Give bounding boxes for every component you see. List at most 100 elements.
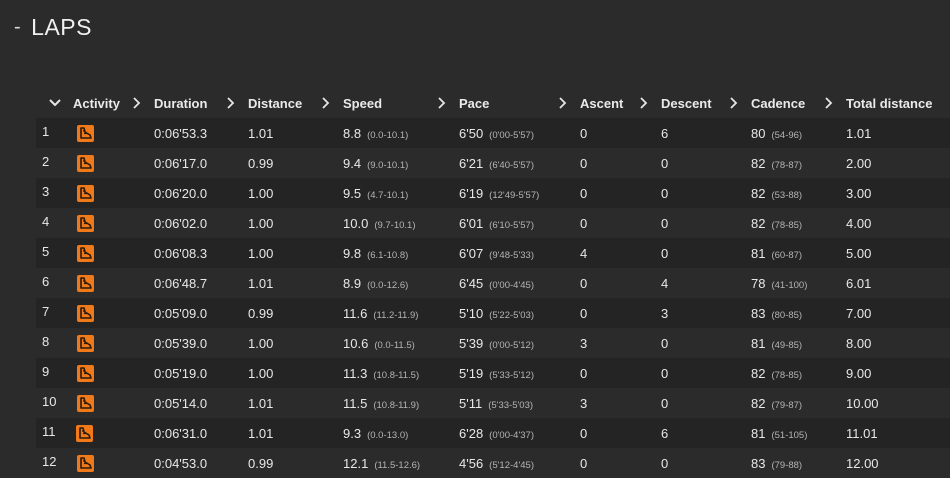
lap-total-distance: 8.00 bbox=[846, 335, 872, 351]
lap-speed-range: (11.5-12.6) bbox=[374, 459, 421, 471]
table-row[interactable]: 4 0:06'02.0 1.00 10.0 (9.7-10.1) 6'01 (6'1… bbox=[36, 208, 950, 238]
lap-pace-range: (5'33-5'03) bbox=[488, 399, 534, 411]
running-shoe-icon[interactable] bbox=[76, 334, 94, 352]
lap-pace: 6'07 bbox=[459, 245, 484, 261]
lap-pace-range: (0'00-4'37) bbox=[489, 429, 534, 441]
running-shoe-icon[interactable] bbox=[76, 154, 94, 172]
column-header-distance[interactable]: Distance bbox=[224, 88, 319, 118]
table-row[interactable]: 5 0:06'08.3 1.00 9.8 (6.1-10.8) 6'07 (9'48… bbox=[36, 238, 950, 268]
lap-descent: 0 bbox=[661, 335, 669, 351]
lap-pace: 6'01 bbox=[459, 215, 484, 231]
lap-duration: 0:05'19.0 bbox=[154, 365, 208, 381]
lap-distance: 1.00 bbox=[248, 245, 274, 261]
lap-cadence-range: (78-85) bbox=[771, 369, 803, 381]
chevron-right-icon bbox=[130, 95, 142, 111]
lap-distance: 1.01 bbox=[248, 395, 274, 411]
lap-duration: 0:04'53.0 bbox=[154, 455, 208, 471]
lap-cadence-range: (41-100) bbox=[771, 279, 808, 291]
lap-speed-range: (10.8-11.9) bbox=[373, 399, 420, 411]
lap-number: 1 bbox=[42, 124, 50, 140]
column-header-descent[interactable]: Descent bbox=[637, 88, 727, 118]
running-shoe-icon[interactable] bbox=[76, 214, 94, 232]
running-shoe-icon[interactable] bbox=[77, 394, 95, 412]
lap-total-distance: 3.00 bbox=[846, 185, 872, 201]
lap-pace: 6'19 bbox=[459, 185, 484, 201]
lap-total-distance: 7.00 bbox=[846, 305, 872, 321]
column-header-total-distance[interactable]: Total distance bbox=[822, 88, 950, 118]
lap-speed-range: (4.7-10.1) bbox=[367, 189, 409, 201]
lap-distance: 1.00 bbox=[248, 215, 274, 231]
lap-total-distance: 12.00 bbox=[846, 455, 879, 471]
lap-duration: 0:06'02.0 bbox=[154, 215, 208, 231]
table-row[interactable]: 10 0:05'14.0 1.01 11.5 (10.8-11.9) 5'11 (5… bbox=[36, 388, 950, 418]
lap-distance: 1.01 bbox=[248, 425, 274, 441]
lap-speed: 10.0 bbox=[343, 215, 369, 231]
column-header-activity[interactable]: Activity bbox=[36, 88, 130, 118]
lap-cadence: 82 bbox=[751, 155, 766, 171]
lap-number: 4 bbox=[42, 214, 50, 230]
column-header-cadence[interactable]: Cadence bbox=[727, 88, 822, 118]
column-header-ascent[interactable]: Ascent bbox=[556, 88, 637, 118]
lap-cadence: 83 bbox=[751, 305, 766, 321]
lap-duration: 0:05'09.0 bbox=[154, 305, 208, 321]
lap-pace: 5'10 bbox=[459, 305, 484, 321]
running-shoe-icon[interactable] bbox=[76, 184, 94, 202]
lap-ascent: 0 bbox=[580, 185, 588, 201]
table-row[interactable]: 11 0:06'31.0 1.01 9.3 (0.0-13.0) 6'28 (0'0… bbox=[36, 418, 950, 448]
running-shoe-icon[interactable] bbox=[77, 454, 95, 472]
lap-speed-range: (0.0-11.5) bbox=[374, 339, 415, 351]
lap-distance: 1.01 bbox=[248, 125, 274, 141]
lap-number: 8 bbox=[42, 334, 50, 350]
lap-cadence: 81 bbox=[751, 245, 766, 261]
column-header-speed[interactable]: Speed bbox=[319, 88, 435, 118]
column-header-duration[interactable]: Duration bbox=[130, 88, 224, 118]
lap-pace: 6'21 bbox=[459, 155, 484, 171]
table-row[interactable]: 12 0:04'53.0 0.99 12.1 (11.5-12.6) 4'56 (5… bbox=[36, 448, 950, 478]
lap-cadence-range: (80-85) bbox=[771, 309, 803, 321]
lap-speed-range: (9.7-10.1) bbox=[374, 219, 416, 231]
laps-section-header[interactable]: - LAPS bbox=[14, 14, 92, 41]
lap-pace-range: (0'00-4'45) bbox=[489, 279, 534, 291]
running-shoe-icon[interactable] bbox=[76, 364, 94, 382]
lap-ascent: 3 bbox=[580, 335, 588, 351]
chevron-down-icon[interactable] bbox=[48, 96, 62, 113]
table-row[interactable]: 7 0:05'09.0 0.99 11.6 (11.2-11.9) 5'10 (5'… bbox=[36, 298, 950, 328]
lap-number: 7 bbox=[42, 304, 50, 320]
running-shoe-icon[interactable] bbox=[76, 124, 94, 142]
lap-distance: 1.01 bbox=[248, 275, 274, 291]
running-shoe-icon[interactable] bbox=[76, 424, 94, 442]
lap-speed-range: (6.1-10.8) bbox=[367, 249, 409, 261]
running-shoe-icon[interactable] bbox=[76, 244, 94, 262]
lap-speed: 9.8 bbox=[343, 245, 362, 261]
table-row[interactable]: 1 0:06'53.3 1.01 8.8 (0.0-10.1) 6'50 (0'00… bbox=[36, 118, 950, 148]
lap-pace-range: (6'10-5'57) bbox=[489, 219, 534, 231]
lap-distance: 1.00 bbox=[248, 185, 274, 201]
collapse-toggle[interactable]: - bbox=[14, 16, 21, 39]
lap-cadence-range: (60-87) bbox=[771, 249, 803, 261]
lap-total-distance: 2.00 bbox=[846, 155, 872, 171]
lap-pace-range: (5'12-4'45) bbox=[489, 459, 534, 471]
laps-table: Activity Duration Distance Speed Pace As… bbox=[36, 88, 950, 478]
table-row[interactable]: 9 0:05'19.0 1.00 11.3 (10.8-11.5) 5'19 (5'… bbox=[36, 358, 950, 388]
lap-descent: 0 bbox=[661, 215, 669, 231]
lap-descent: 0 bbox=[661, 365, 669, 381]
lap-cadence: 81 bbox=[751, 425, 766, 441]
lap-ascent: 0 bbox=[580, 365, 588, 381]
table-row[interactable]: 3 0:06'20.0 1.00 9.5 (4.7-10.1) 6'19 (12'4… bbox=[36, 178, 950, 208]
running-shoe-icon[interactable] bbox=[76, 304, 94, 322]
lap-cadence: 82 bbox=[751, 215, 766, 231]
laps-table-container: Activity Duration Distance Speed Pace As… bbox=[36, 88, 950, 478]
lap-ascent: 0 bbox=[580, 455, 588, 471]
lap-number: 10 bbox=[42, 394, 57, 410]
column-header-pace[interactable]: Pace bbox=[435, 88, 556, 118]
running-shoe-icon[interactable] bbox=[76, 274, 94, 292]
lap-speed-range: (11.2-11.9) bbox=[373, 309, 419, 321]
lap-speed: 10.6 bbox=[343, 335, 369, 351]
lap-descent: 3 bbox=[661, 305, 669, 321]
lap-speed: 8.8 bbox=[343, 125, 362, 141]
table-row[interactable]: 2 0:06'17.0 0.99 9.4 (9.0-10.1) 6'21 (6'40… bbox=[36, 148, 950, 178]
lap-descent: 6 bbox=[661, 425, 669, 441]
table-row[interactable]: 8 0:05'39.0 1.00 10.6 (0.0-11.5) 5'39 (0'0… bbox=[36, 328, 950, 358]
table-row[interactable]: 6 0:06'48.7 1.01 8.9 (0.0-12.6) 6'45 (0'00… bbox=[36, 268, 950, 298]
lap-pace-range: (6'40-5'57) bbox=[489, 159, 534, 171]
